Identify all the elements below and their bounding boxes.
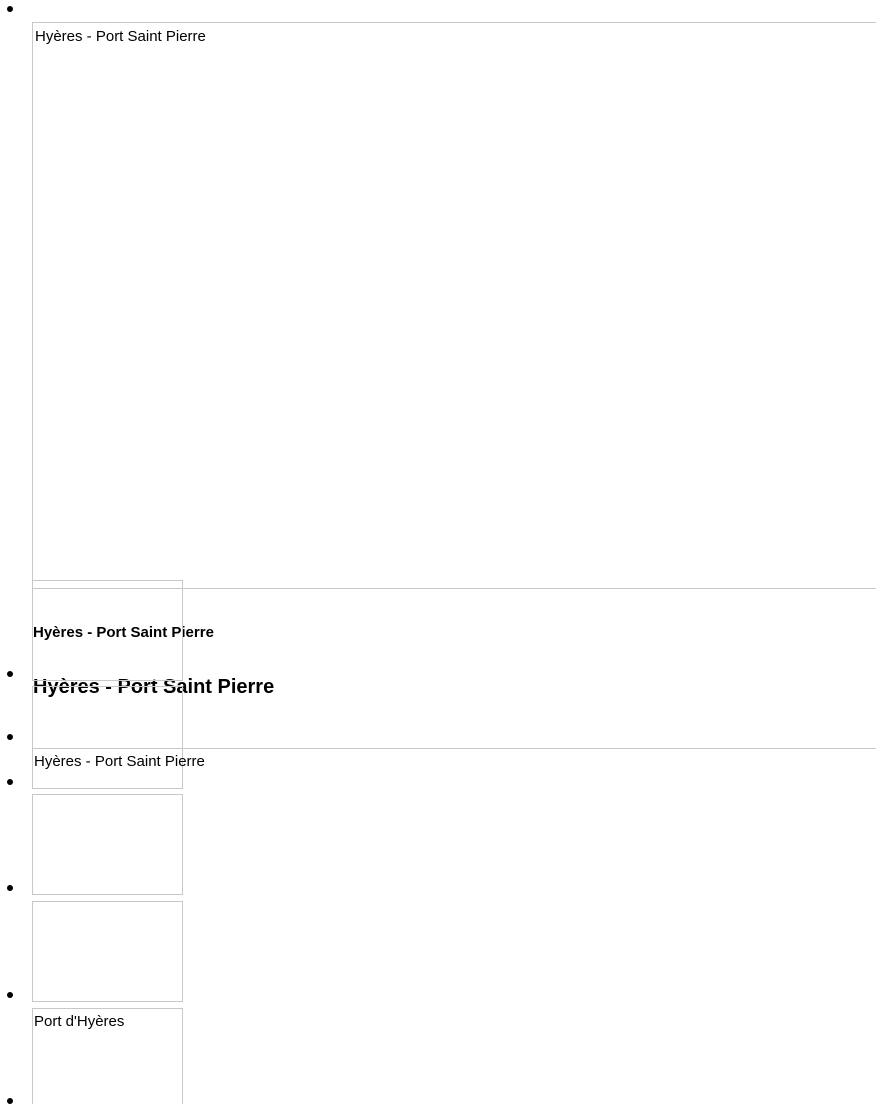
slide-image-alt: Hyères - Port Saint Pierre (35, 28, 206, 45)
thumbnail-5-alt: Port d'Hyères (34, 1013, 125, 1030)
thumbnail-1[interactable] (32, 580, 183, 681)
list-bullet (7, 885, 13, 891)
thumbnail-4[interactable] (32, 901, 183, 1002)
list-bullet (7, 1098, 13, 1104)
thumbnail-2[interactable]: Hyères - Port Saint Pierre (32, 686, 205, 789)
list-bullet (7, 671, 13, 677)
thumbnail-3[interactable] (32, 794, 183, 895)
thumbnail-2-alt: Hyères - Port Saint Pierre (34, 753, 205, 770)
list-bullet (7, 734, 13, 740)
slide-image[interactable]: Hyères - Port Saint Pierre (32, 22, 876, 589)
list-bullet (7, 992, 13, 998)
list-bullet (7, 6, 13, 12)
thumbnail-5[interactable]: Port d'Hyères (32, 1008, 183, 1104)
page: Hyères - Port Saint Pierre Hyères - Port… (0, 0, 876, 1104)
list-bullet (7, 779, 13, 785)
